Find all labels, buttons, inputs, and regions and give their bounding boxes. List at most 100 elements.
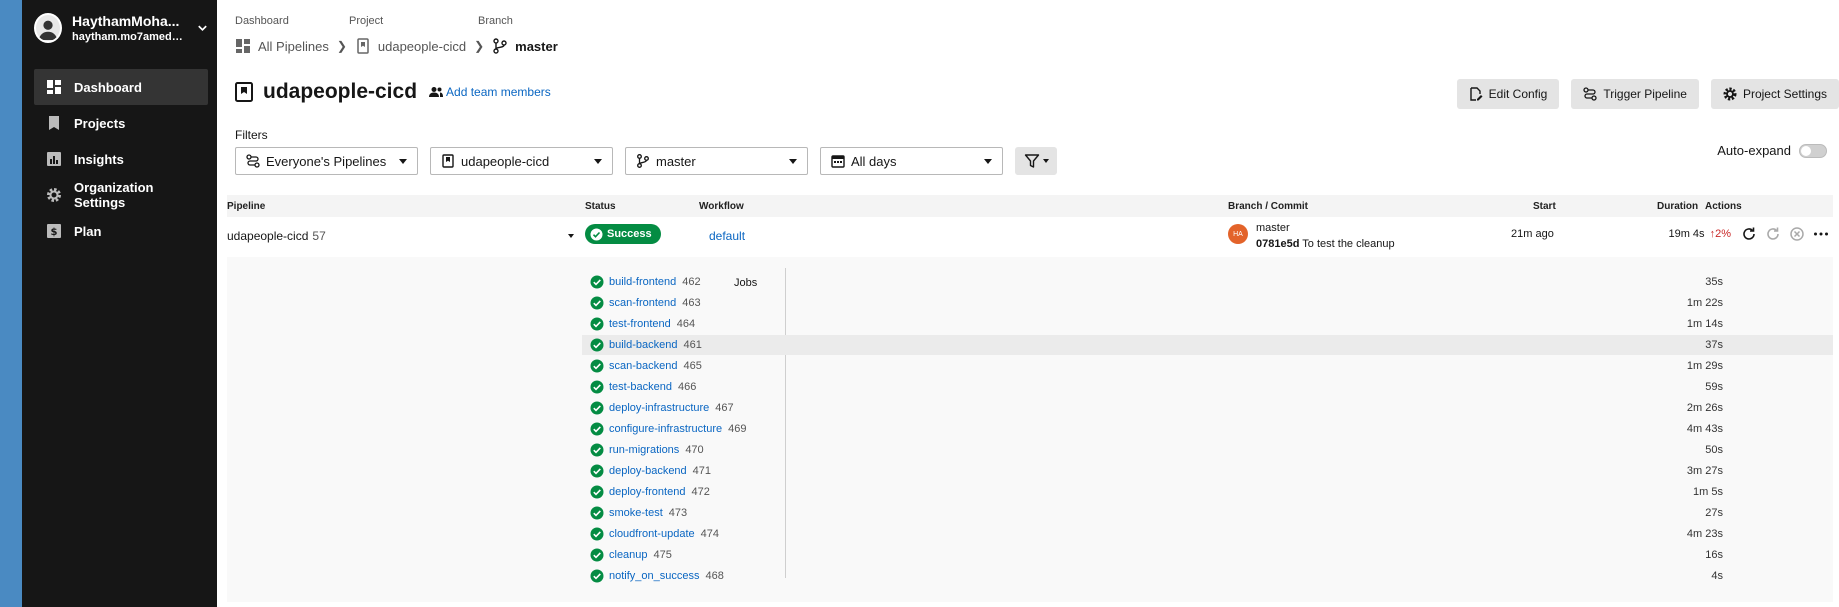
sidebar-item-insights[interactable]: Insights (34, 141, 208, 177)
job-number: 461 (683, 339, 702, 351)
breadcrumb-label-branch: Branch (478, 15, 513, 27)
check-circle-icon (590, 296, 604, 310)
job-name-link[interactable]: scan-backend (609, 360, 678, 372)
breadcrumb-dashboard-link[interactable]: All Pipelines (258, 39, 329, 54)
sidebar-item-projects[interactable]: Projects (34, 105, 208, 141)
column-header-pipeline: Pipeline (227, 201, 266, 212)
dashboard-icon (46, 79, 62, 95)
dollar-icon: $ (46, 223, 62, 239)
job-name-link[interactable]: cloudfront-update (609, 528, 695, 540)
column-header-workflow: Workflow (699, 201, 744, 212)
job-row: deploy-frontend 472 1m 5s (582, 482, 1833, 502)
breadcrumb-project-link[interactable]: udapeople-cicd (378, 39, 466, 54)
job-number: 467 (715, 402, 734, 414)
filter-icon (1024, 154, 1039, 168)
duration-value: 19m 4s (1668, 228, 1705, 240)
project-settings-label: Project Settings (1742, 87, 1827, 101)
job-duration: 27s (1705, 507, 1723, 519)
chevron-down-icon[interactable] (196, 21, 209, 35)
calendar-icon (831, 154, 845, 168)
job-name-link[interactable]: cleanup (609, 549, 648, 561)
job-name-link[interactable]: test-frontend (609, 318, 671, 330)
job-name-link[interactable]: run-migrations (609, 444, 679, 456)
check-circle-icon (590, 422, 604, 436)
caret-down-icon (789, 158, 797, 164)
job-name-link[interactable]: smoke-test (609, 507, 663, 519)
job-number: 475 (653, 549, 672, 561)
sidebar-item-dashboard[interactable]: Dashboard (34, 69, 208, 105)
job-name-link[interactable]: test-backend (609, 381, 672, 393)
job-row: configure-infrastructure 469 4m 43s (582, 419, 1833, 439)
workflow-link[interactable]: default (709, 229, 745, 243)
edit-config-button[interactable]: Edit Config (1456, 79, 1560, 109)
auto-expand-toggle[interactable] (1799, 143, 1827, 158)
trigger-pipeline-button[interactable]: Trigger Pipeline (1571, 79, 1699, 109)
project-filter-select[interactable]: udapeople-cicd (430, 147, 613, 175)
avatar: HA (1228, 224, 1248, 244)
check-circle-icon (590, 338, 604, 352)
user-menu[interactable]: HaythamMoha... haytham.mo7amed@... (34, 12, 209, 44)
chevron-right-icon: ❯ (336, 39, 347, 53)
auto-expand-control: Auto-expand (1717, 143, 1827, 158)
branch-filter-select[interactable]: master (625, 147, 808, 175)
job-number: 473 (668, 507, 688, 519)
job-name-link[interactable]: scan-frontend (609, 297, 676, 309)
cancel-icon[interactable] (1789, 226, 1805, 242)
job-row: test-backend 466 59s (582, 377, 1833, 397)
status-badge[interactable]: Success (585, 224, 661, 244)
project-settings-button[interactable]: Project Settings (1710, 79, 1839, 109)
job-number: 468 (705, 570, 724, 582)
job-number: 462 (682, 276, 701, 288)
sidebar-item-plan[interactable]: $ Plan (34, 213, 208, 249)
job-number: 471 (692, 465, 712, 477)
column-header-start: Start (1533, 201, 1556, 212)
user-name: HaythamMoha... (72, 13, 180, 29)
trigger-pipeline-label: Trigger Pipeline (1603, 87, 1687, 101)
column-header-duration: Duration (1657, 201, 1699, 212)
sidebar: HaythamMoha... haytham.mo7amed@... Dashb… (22, 0, 217, 607)
job-number: 472 (691, 486, 710, 498)
job-duration: 37s (1705, 339, 1723, 351)
days-filter-select[interactable]: All days (820, 147, 1003, 175)
edit-config-label: Edit Config (1488, 87, 1548, 101)
job-name-link[interactable]: deploy-infrastructure (609, 402, 709, 414)
caret-down-icon (594, 158, 602, 164)
rerun-icon[interactable] (1741, 226, 1757, 242)
advanced-filter-button[interactable] (1015, 147, 1057, 175)
add-team-members-link[interactable]: Add team members (429, 85, 551, 99)
days-filter-value: All days (851, 153, 897, 169)
pipeline-name[interactable]: udapeople-cicd 57 (227, 229, 326, 243)
sidebar-item-organization-settings[interactable]: Organization Settings (34, 177, 208, 213)
job-row: deploy-backend 471 3m 27s (582, 461, 1833, 481)
column-header-branch-commit: Branch / Commit (1228, 201, 1309, 212)
job-number: 466 (677, 381, 697, 393)
commit-sha-link[interactable]: 0781e5d (1256, 238, 1299, 250)
job-row: build-frontend 462 35s (582, 272, 1833, 292)
chevron-right-icon: ❯ (474, 39, 485, 53)
pipelines-filter-select[interactable]: Everyone's Pipelines (235, 147, 418, 175)
job-name-link[interactable]: deploy-frontend (609, 486, 685, 498)
job-duration: 4s (1711, 570, 1723, 582)
job-name-link[interactable]: notify_on_success (609, 570, 700, 582)
job-row: smoke-test 473 27s (582, 503, 1833, 523)
check-circle-icon (590, 569, 604, 583)
filters-label: Filters (235, 128, 268, 142)
check-circle-icon (590, 485, 604, 499)
pipelines-filter-value: Everyone's Pipelines (266, 153, 387, 169)
expand-toggle-icon[interactable] (568, 234, 574, 238)
job-name-link[interactable]: build-frontend (609, 276, 676, 288)
job-row: deploy-infrastructure 467 2m 26s (582, 398, 1833, 418)
breadcrumb-label-dashboard: Dashboard (235, 15, 289, 27)
check-circle-icon (590, 443, 604, 457)
more-options-icon[interactable] (1813, 226, 1829, 242)
job-name-link[interactable]: configure-infrastructure (609, 423, 722, 435)
check-circle-icon (590, 359, 604, 373)
job-name-link[interactable]: deploy-backend (609, 465, 687, 477)
auto-expand-label: Auto-expand (1717, 143, 1791, 158)
commit-message: To test the cleanup (1302, 238, 1395, 250)
header-actions: Edit Config Trigger Pipeline Project Set… (1445, 79, 1839, 109)
rerun-failed-icon[interactable] (1765, 226, 1781, 242)
commit-branch: master (1256, 222, 1290, 234)
caret-down-icon (1042, 159, 1049, 163)
job-name-link[interactable]: build-backend (609, 339, 678, 351)
